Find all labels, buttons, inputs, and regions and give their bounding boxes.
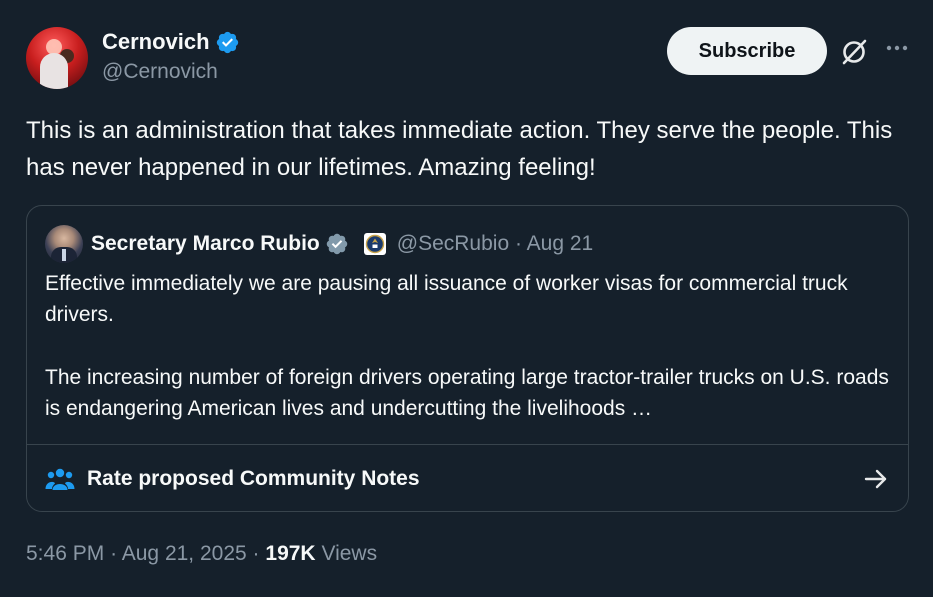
quoted-author-name[interactable]: Secretary Marco Rubio — [91, 232, 320, 256]
quoted-tweet-text: Effective immediately we are pausing all… — [45, 268, 895, 424]
community-notes-bar[interactable]: Rate proposed Community Notes — [27, 444, 908, 511]
verified-badge-icon — [216, 31, 238, 53]
arrow-right-icon[interactable] — [863, 467, 889, 491]
quoted-tweet-header: Secretary Marco Rubio @SecRubio · Aug 21 — [45, 224, 593, 264]
quoted-date[interactable]: Aug 21 — [527, 232, 594, 255]
more-icon[interactable] — [882, 33, 912, 63]
community-notes-label[interactable]: Rate proposed Community Notes — [87, 467, 420, 491]
author-handle[interactable]: @Cernovich — [102, 60, 218, 84]
quoted-author-handle[interactable]: @SecRubio · Aug 21 — [397, 232, 593, 256]
government-seal-icon — [363, 233, 386, 255]
subscribe-button[interactable]: Subscribe — [667, 27, 827, 75]
grok-icon[interactable] — [839, 37, 869, 67]
quoted-tweet[interactable]: Secretary Marco Rubio @SecRubio · Aug 21… — [26, 205, 909, 512]
tweet-header: Cernovich @Cernovich Subscribe — [26, 27, 913, 91]
tweet-meta: 5:46 PM · Aug 21, 2025 · 197K Views — [26, 542, 378, 565]
tweet-text: This is an administration that takes imm… — [26, 117, 893, 181]
post-date[interactable]: Aug 21, 2025 — [122, 542, 247, 565]
quoted-author-avatar[interactable] — [45, 225, 83, 263]
quoted-paragraph: Effective immediately we are pausing all… — [45, 272, 848, 326]
quoted-paragraph: The increasing number of foreign drivers… — [45, 366, 889, 420]
views-label: Views — [321, 542, 378, 565]
author-avatar[interactable] — [26, 27, 88, 89]
verified-badge-icon — [326, 233, 347, 255]
post-time[interactable]: 5:46 PM — [26, 542, 104, 565]
views-count: 197K — [265, 542, 316, 565]
author-name-row: Cernovich — [102, 29, 240, 55]
community-notes-icon — [45, 468, 75, 490]
author-name[interactable]: Cernovich — [102, 29, 210, 55]
